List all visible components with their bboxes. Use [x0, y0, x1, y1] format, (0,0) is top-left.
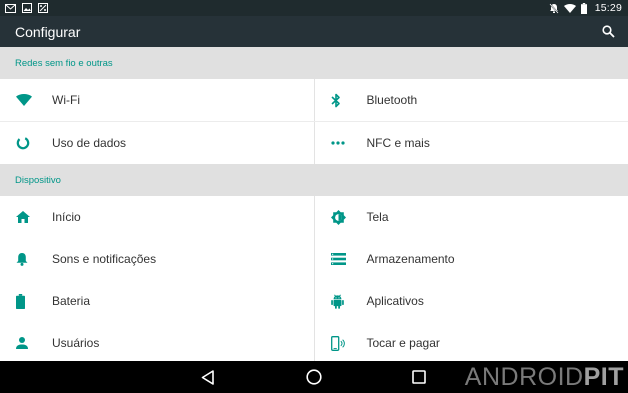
watermark-text-bold: PIT: [583, 363, 624, 391]
bell-icon: [0, 252, 52, 266]
settings-row: Início Tela: [0, 196, 628, 238]
section-title: Redes sem fio e outras: [15, 57, 113, 69]
settings-row: Bateria Aplicativos: [0, 280, 628, 322]
setting-bluetooth[interactable]: Bluetooth: [314, 79, 628, 121]
back-button[interactable]: [197, 367, 217, 387]
setting-sound-notifications[interactable]: Sons e notificações: [0, 238, 314, 280]
android-icon: [315, 294, 367, 309]
setting-label: Bateria: [52, 294, 91, 308]
person-icon: [0, 337, 52, 349]
recents-icon: [412, 370, 426, 384]
home-button[interactable]: [304, 367, 324, 387]
bluetooth-icon: [315, 93, 367, 108]
setting-nfc-more[interactable]: NFC e mais: [314, 122, 628, 164]
battery-icon: [580, 2, 587, 14]
setting-tap-pay[interactable]: Tocar e pagar: [314, 322, 628, 364]
search-icon: [601, 25, 615, 38]
tap-pay-icon: [315, 335, 367, 351]
home-circle-icon: [306, 369, 322, 385]
wifi-icon: [0, 94, 52, 106]
setting-home[interactable]: Início: [0, 196, 314, 238]
watermark-logo: ANDROIDPIT: [465, 363, 624, 392]
setting-storage[interactable]: Armazenamento: [314, 238, 628, 280]
setting-label: Sons e notificações: [52, 252, 157, 266]
settings-row: Wi-Fi Bluetooth: [0, 79, 628, 121]
setting-label: Aplicativos: [366, 294, 424, 308]
image-icon: [22, 3, 32, 13]
recents-button[interactable]: [409, 367, 429, 387]
setting-label: Tocar e pagar: [366, 336, 440, 350]
section-title: Dispositivo: [15, 174, 61, 186]
setting-label: Armazenamento: [366, 252, 455, 266]
section-header-device: Dispositivo: [0, 164, 628, 196]
document-icon: [38, 3, 48, 13]
setting-label: Tela: [366, 210, 389, 224]
setting-display[interactable]: Tela: [314, 196, 628, 238]
setting-wifi[interactable]: Wi-Fi: [0, 79, 314, 121]
setting-label: Uso de dados: [52, 136, 127, 150]
status-bar: 15:29: [0, 0, 628, 16]
settings-row: Uso de dados NFC e mais: [0, 122, 628, 164]
data-usage-icon: [0, 136, 52, 150]
navigation-bar: ANDROIDPIT: [0, 361, 628, 393]
setting-label: Usuários: [52, 336, 100, 350]
brightness-icon: [315, 209, 367, 225]
home-icon: [0, 211, 52, 223]
status-right-icons: 15:29: [549, 2, 622, 14]
setting-label: Início: [52, 210, 81, 224]
setting-label: NFC e mais: [366, 136, 430, 150]
setting-apps[interactable]: Aplicativos: [314, 280, 628, 322]
more-icon: [315, 141, 367, 145]
setting-label: Bluetooth: [366, 93, 418, 107]
back-icon: [201, 369, 214, 385]
settings-screen: 15:29 Configurar Redes sem fio e outras …: [0, 0, 628, 393]
setting-data-usage[interactable]: Uso de dados: [0, 122, 314, 164]
setting-label: Wi-Fi: [52, 93, 80, 107]
setting-users[interactable]: Usuários: [0, 322, 314, 364]
mail-icon: [5, 3, 16, 13]
toolbar: Configurar: [0, 16, 628, 47]
battery-icon: [0, 293, 52, 309]
page-title: Configurar: [15, 23, 81, 40]
wifi-icon: [563, 3, 576, 13]
status-left-icons: [5, 3, 48, 13]
settings-row: Usuários Tocar e pagar: [0, 322, 628, 364]
section-header-wireless: Redes sem fio e outras: [0, 47, 628, 79]
setting-battery[interactable]: Bateria: [0, 280, 314, 322]
notifications-off-icon: [549, 2, 559, 14]
storage-icon: [315, 253, 367, 265]
settings-row: Sons e notificações Armazenamento: [0, 238, 628, 280]
search-button[interactable]: [598, 22, 618, 42]
status-time: 15:29: [594, 2, 622, 14]
watermark-text: ANDROID: [464, 363, 584, 391]
